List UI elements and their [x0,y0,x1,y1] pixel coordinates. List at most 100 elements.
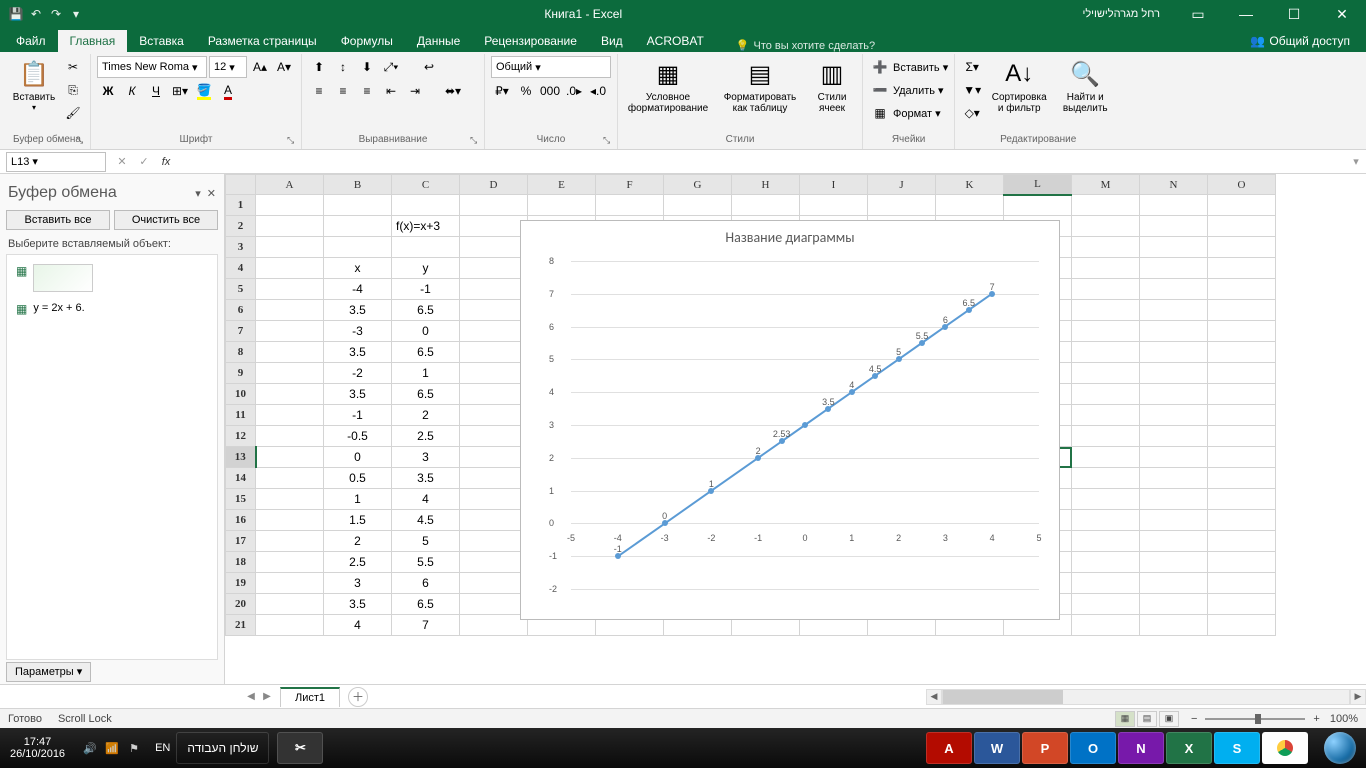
cell[interactable] [392,237,460,258]
cell[interactable] [1208,342,1276,363]
underline-button[interactable]: Ч [145,80,167,102]
row-header[interactable]: 6 [226,300,256,321]
row-header[interactable]: 20 [226,594,256,615]
cell[interactable] [460,216,528,237]
tray-volume-icon[interactable]: 🔊 [81,739,99,757]
share-button[interactable]: 👥 Общий доступ [1238,30,1362,52]
decrease-decimal-icon[interactable]: ◂.0 [587,80,609,102]
align-right-icon[interactable]: ≡ [356,80,378,102]
cell[interactable] [256,342,324,363]
cell[interactable]: 3.5 [324,300,392,321]
taskbar-app-word[interactable]: W [974,732,1020,764]
increase-indent-icon[interactable]: ⇥ [404,80,426,102]
cell[interactable] [256,216,324,237]
cell[interactable] [596,195,664,216]
cell[interactable] [1208,531,1276,552]
delete-cells-button[interactable]: Удалить ▾ [893,84,944,97]
cell[interactable] [528,195,596,216]
cell[interactable] [460,552,528,573]
clear-icon[interactable]: ◇▾ [961,102,983,124]
format-cells-button[interactable]: Формат ▾ [893,107,941,120]
cell[interactable] [460,363,528,384]
zoom-slider[interactable] [1205,718,1305,720]
cell[interactable]: 2 [324,531,392,552]
cell[interactable]: 3.5 [324,342,392,363]
cell[interactable] [256,468,324,489]
cell[interactable] [1208,279,1276,300]
row-header[interactable]: 3 [226,237,256,258]
view-page-layout-icon[interactable]: ▤ [1137,711,1157,727]
cell[interactable]: x [324,258,392,279]
cell[interactable]: -4 [324,279,392,300]
cell[interactable]: 2.5 [324,552,392,573]
cell[interactable] [460,447,528,468]
cell[interactable]: -3 [324,321,392,342]
merge-center-button[interactable]: ⬌▾ [428,80,478,102]
cell[interactable] [1208,237,1276,258]
paste-button[interactable]: 📋 Вставить ▾ [10,56,58,114]
scroll-left-icon[interactable]: ◀ [926,689,942,705]
cell[interactable]: 1 [392,363,460,384]
cell[interactable] [1140,279,1208,300]
cell[interactable] [1140,405,1208,426]
cell[interactable] [460,405,528,426]
cell[interactable] [1140,216,1208,237]
cell[interactable] [460,342,528,363]
cell[interactable]: 7 [392,615,460,636]
cell[interactable] [1072,279,1140,300]
clear-all-button[interactable]: Очистить все [114,210,218,230]
cell[interactable] [324,195,392,216]
cell[interactable]: -1 [392,279,460,300]
column-header[interactable]: L [1004,175,1072,195]
cell[interactable] [1208,615,1276,636]
cell[interactable] [1208,321,1276,342]
cell[interactable]: 6.5 [392,342,460,363]
cell[interactable] [1072,426,1140,447]
cell[interactable] [1208,510,1276,531]
cell[interactable]: 0 [324,447,392,468]
cell[interactable] [1208,363,1276,384]
taskbar-app-powerpoint[interactable]: P [1022,732,1068,764]
column-header[interactable]: K [936,175,1004,195]
alignment-launcher-icon[interactable]: ⤡ [470,135,482,147]
paste-all-button[interactable]: Вставить все [6,210,110,230]
cell[interactable]: -2 [324,363,392,384]
find-select-button[interactable]: 🔍 Найти и выделить [1055,56,1115,116]
clipboard-pane-close-icon[interactable]: ✕ [207,187,216,200]
cell[interactable]: 4 [392,489,460,510]
cell[interactable] [1208,489,1276,510]
cell[interactable] [324,237,392,258]
cell[interactable] [1208,300,1276,321]
cell[interactable]: 2 [392,405,460,426]
taskbar-app-onenote[interactable]: N [1118,732,1164,764]
tray-network-icon[interactable]: 📶 [103,739,121,757]
cell[interactable] [256,405,324,426]
decrease-indent-icon[interactable]: ⇤ [380,80,402,102]
column-header[interactable]: H [732,175,800,195]
cell[interactable]: 3.5 [324,594,392,615]
cell[interactable] [256,531,324,552]
cell[interactable] [1072,615,1140,636]
cell[interactable]: 2.5 [392,426,460,447]
embedded-chart[interactable]: Название диаграммы -2-1012345678-5-4-3-2… [520,220,1060,620]
start-button[interactable] [1314,728,1366,768]
format-as-table-button[interactable]: ▤ Форматировать как таблицу [716,56,804,116]
row-header[interactable]: 19 [226,573,256,594]
cell[interactable]: 4.5 [392,510,460,531]
cell[interactable] [460,426,528,447]
cell[interactable] [460,300,528,321]
cell[interactable] [1072,447,1140,468]
zoom-in-icon[interactable]: + [1313,713,1319,725]
cell[interactable] [460,594,528,615]
align-middle-icon[interactable]: ↕ [332,56,354,78]
cell[interactable] [460,573,528,594]
orientation-icon[interactable]: ⤢▾ [380,56,402,78]
cell[interactable] [256,237,324,258]
align-left-icon[interactable]: ≡ [308,80,330,102]
row-header[interactable]: 4 [226,258,256,279]
align-bottom-icon[interactable]: ⬇ [356,56,378,78]
cell[interactable] [1140,531,1208,552]
cell[interactable]: 6 [392,573,460,594]
taskbar-app-snip[interactable]: ✂ [277,732,323,764]
cell[interactable] [1140,342,1208,363]
